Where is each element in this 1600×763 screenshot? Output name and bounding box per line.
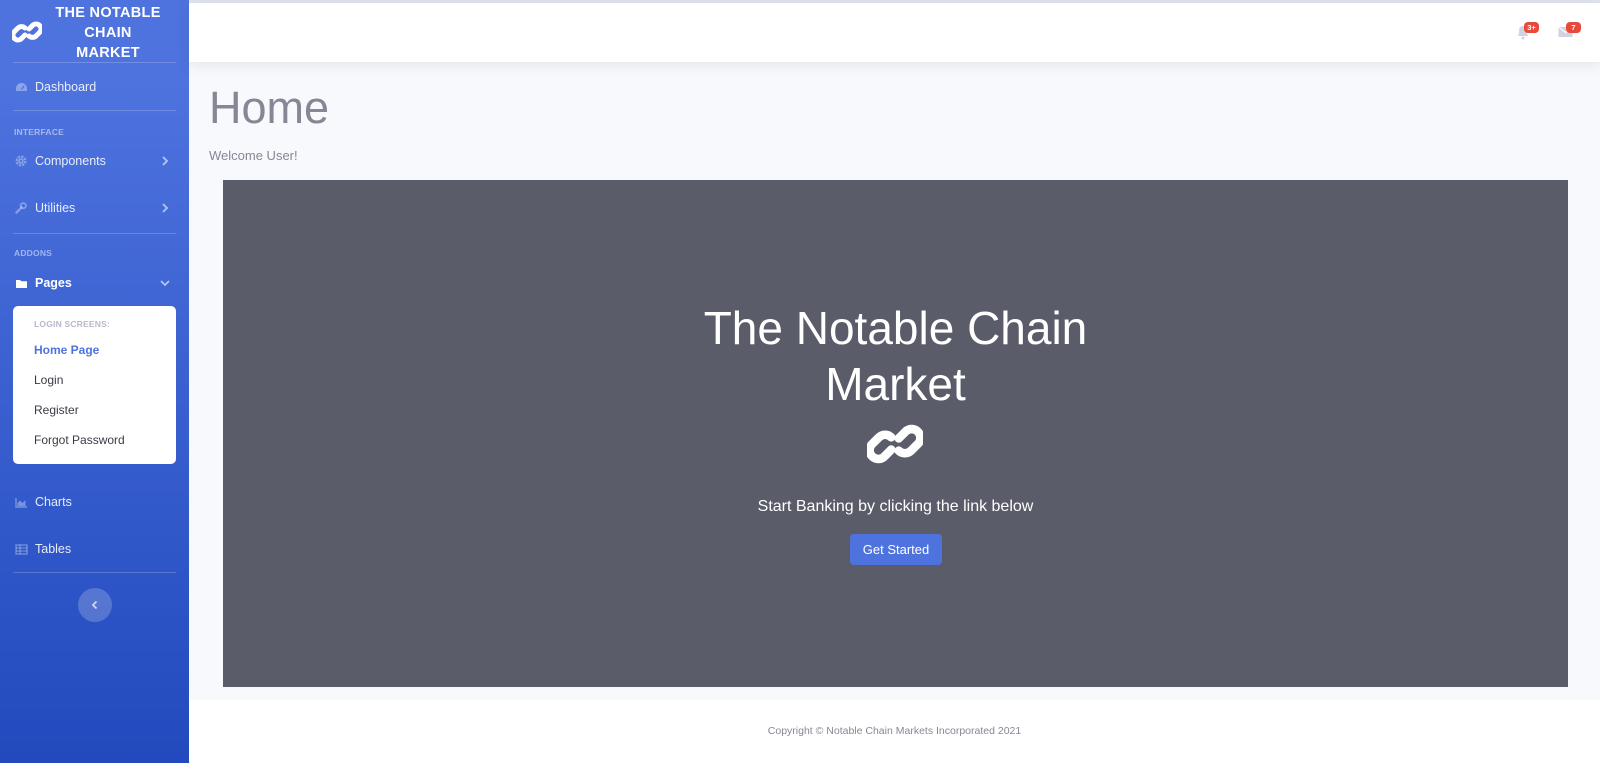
sidebar-heading: INTERFACE — [14, 127, 64, 137]
submenu-item-forgot-password[interactable]: Forgot Password — [34, 433, 125, 447]
sidebar-item-label: Utilities — [35, 201, 76, 215]
sidebar-heading: ADDONS — [14, 248, 53, 258]
sidebar-divider — [13, 233, 176, 234]
get-started-button[interactable]: Get Started — [850, 534, 942, 565]
messages-badge: 7 — [1566, 22, 1581, 33]
hero-title-line: Market — [825, 358, 966, 410]
topbar: 3+ 7 — [189, 3, 1600, 62]
link-icon — [12, 21, 42, 43]
alerts-dropdown[interactable]: 3+ — [1516, 22, 1539, 41]
chevron-right-icon — [162, 156, 169, 166]
sidebar-divider — [13, 572, 176, 573]
alerts-badge: 3+ — [1524, 22, 1539, 33]
chevron-down-icon — [160, 280, 170, 287]
hero-title: The Notable Chain Market — [223, 300, 1568, 412]
footer: Copyright © Notable Chain Markets Incorp… — [189, 700, 1600, 763]
sidebar-item-label: Components — [35, 154, 106, 168]
submenu-item-home-page[interactable]: Home Page — [34, 343, 99, 357]
sidebar-divider — [13, 62, 176, 63]
sidebar-toggle-button[interactable] — [78, 588, 112, 622]
sidebar-item-pages[interactable]: Pages — [0, 265, 189, 301]
sidebar-item-label: Pages — [35, 276, 72, 290]
page-title: Home — [209, 82, 330, 133]
folder-icon — [14, 276, 28, 290]
wrench-icon — [14, 201, 28, 215]
submenu-header: LOGIN SCREENS: — [34, 319, 111, 329]
sidebar-divider — [13, 110, 176, 111]
sidebar-brand[interactable]: THE NOTABLE CHAIN MARKET — [0, 0, 189, 62]
hero-jumbotron: The Notable Chain Market Start Banking b… — [223, 180, 1568, 687]
sidebar-item-tables[interactable]: Tables — [0, 531, 189, 567]
tachometer-icon — [14, 80, 28, 94]
sidebar-item-label: Charts — [35, 495, 72, 509]
sidebar-item-label: Dashboard — [35, 80, 97, 94]
table-icon — [14, 542, 28, 556]
link-icon — [867, 424, 923, 464]
hero-title-line: The Notable Chain — [703, 302, 1088, 354]
pages-submenu: LOGIN SCREENS: Home Page Login Register … — [13, 306, 176, 464]
welcome-text: Welcome User! — [209, 148, 298, 163]
sidebar-item-dashboard[interactable]: Dashboard — [0, 69, 189, 105]
sidebar-item-label: Tables — [35, 542, 72, 556]
sidebar-item-components[interactable]: Components — [0, 143, 189, 179]
copyright-text: Copyright © Notable Chain Markets Incorp… — [767, 725, 1022, 737]
gear-icon — [14, 154, 28, 168]
hero-subtitle: Start Banking by clicking the link below — [757, 498, 1034, 515]
brand-title: THE NOTABLE CHAIN MARKET — [55, 5, 161, 61]
chevron-right-icon — [162, 203, 169, 213]
sidebar-item-charts[interactable]: Charts — [0, 484, 189, 520]
submenu-item-register[interactable]: Register — [34, 403, 79, 417]
chevron-left-icon — [91, 600, 98, 610]
messages-dropdown[interactable]: 7 — [1558, 22, 1581, 41]
chart-area-icon — [14, 495, 28, 509]
sidebar: THE NOTABLE CHAIN MARKET Dashboard INTER… — [0, 0, 189, 763]
sidebar-item-utilities[interactable]: Utilities — [0, 190, 189, 226]
submenu-item-login[interactable]: Login — [34, 373, 63, 387]
